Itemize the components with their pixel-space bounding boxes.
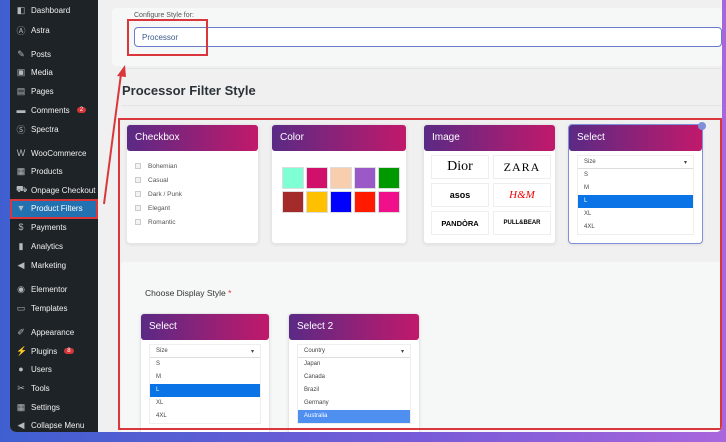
arrow-head-icon (117, 65, 126, 77)
arrow-line (103, 73, 122, 205)
annotation-arrow (103, 65, 126, 205)
